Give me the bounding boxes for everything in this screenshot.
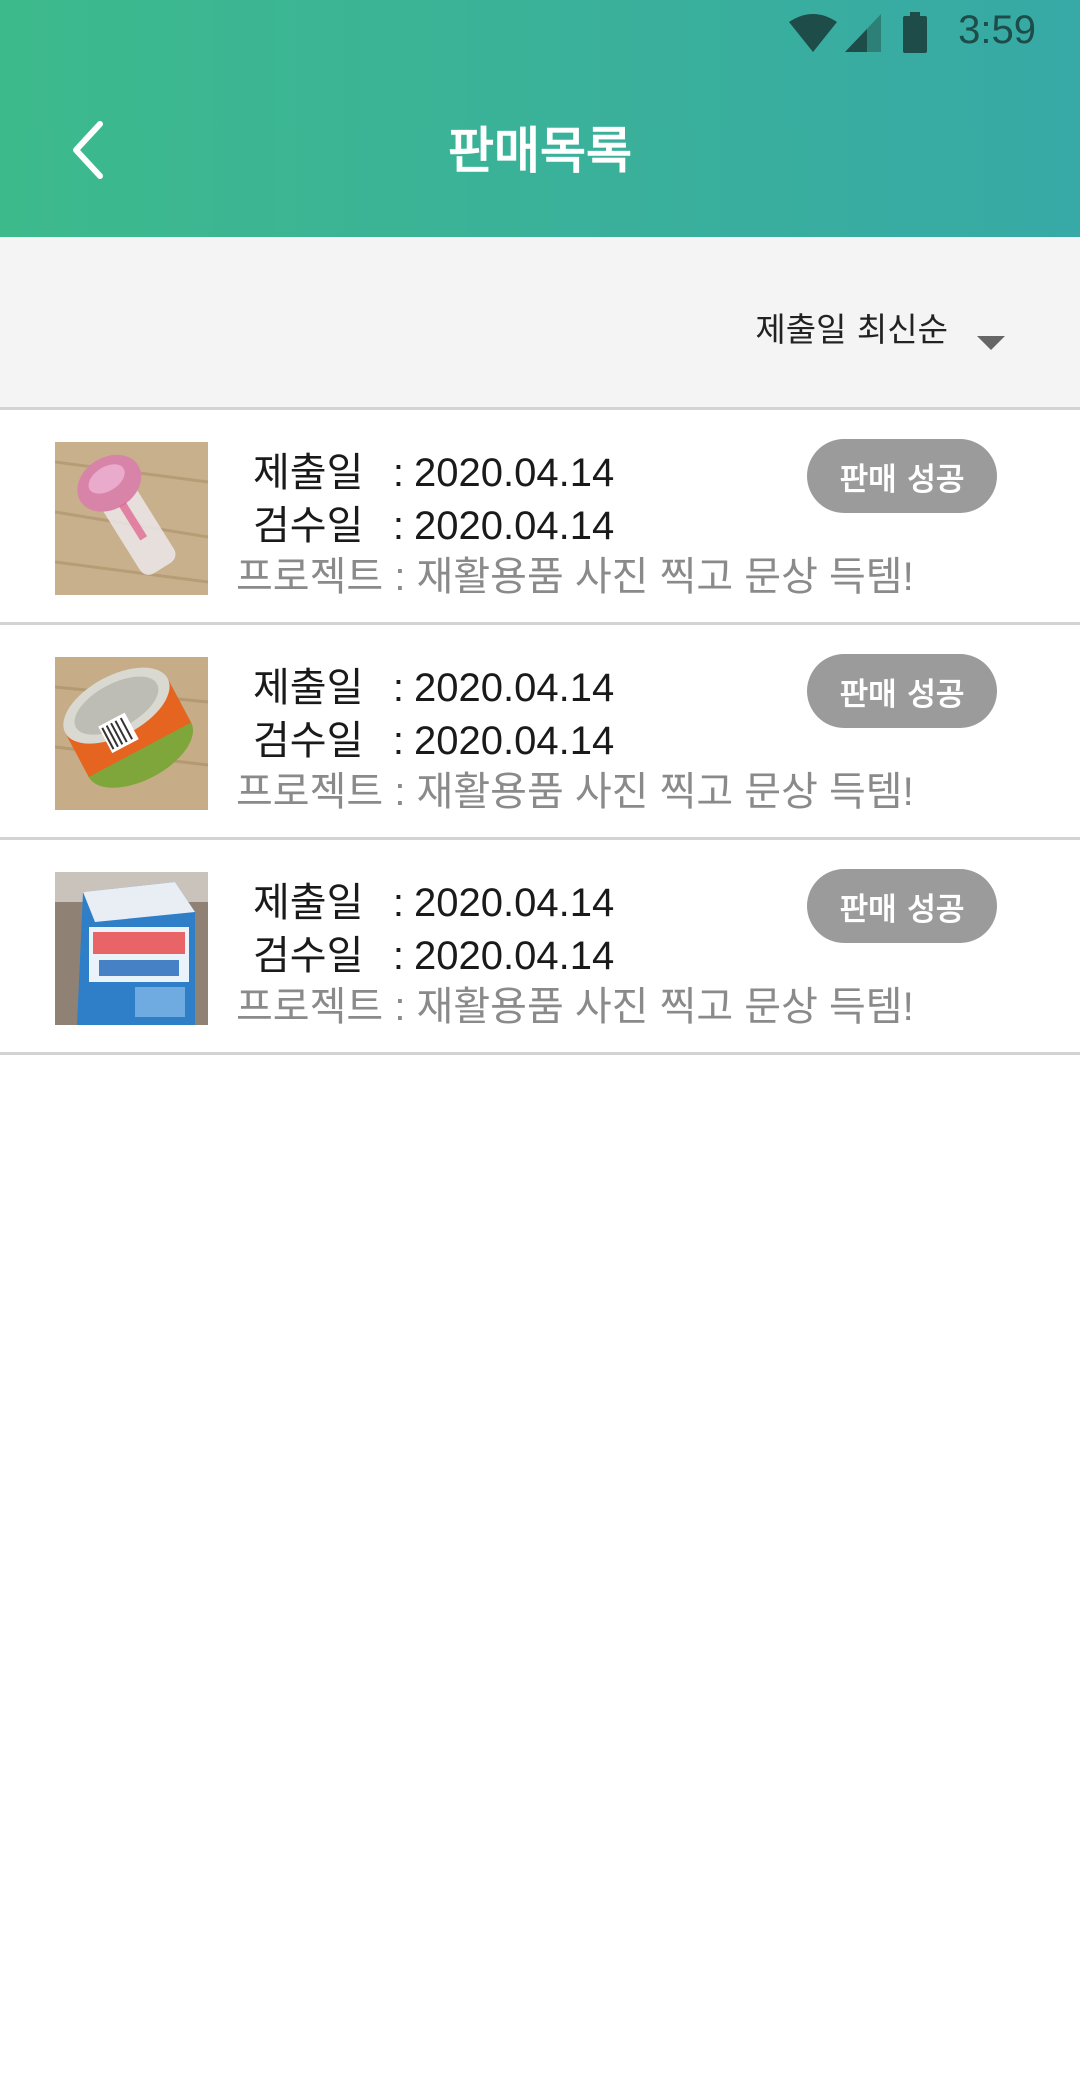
submit-date-value: 2020.04.14 [414, 451, 615, 495]
review-date-label: 검수일 [253, 504, 364, 548]
submit-date-label: 제출일 [253, 451, 364, 495]
project-name: 재활용품 사진 찍고 문상 득템! [416, 555, 914, 599]
battery-icon [902, 12, 928, 58]
wifi-icon [788, 12, 838, 58]
submit-date-row: 제출일:2020.04.14 [253, 655, 614, 713]
sort-dropdown[interactable]: 제출일 최신순 [755, 303, 948, 351]
item-thumbnail [55, 442, 208, 595]
submit-date-value: 2020.04.14 [414, 666, 615, 710]
item-thumbnail [55, 872, 208, 1025]
submit-date-row: 제출일:2020.04.14 [253, 440, 614, 498]
project-label: 프로젝트 [236, 985, 384, 1029]
review-date-label: 검수일 [253, 719, 364, 763]
page-title: 판매목록 [448, 122, 632, 180]
review-date-row: 검수일:2020.04.14 [253, 493, 614, 551]
project-row: 프로젝트 : 재활용품 사진 찍고 문상 득템! [236, 555, 914, 599]
app-header: 3:59 판매목록 [0, 0, 1080, 237]
list-item[interactable]: 제출일:2020.04.14 검수일:2020.04.14 프로젝트 : 재활용… [0, 410, 1080, 625]
status-badge: 판매 성공 [807, 439, 997, 513]
review-date-row: 검수일:2020.04.14 [253, 923, 614, 981]
signal-icon [843, 12, 883, 58]
status-badge: 판매 성공 [807, 869, 997, 943]
item-thumbnail [55, 657, 208, 810]
submit-date-row: 제출일:2020.04.14 [253, 870, 614, 928]
status-badge: 판매 성공 [807, 654, 997, 728]
project-label: 프로젝트 [236, 770, 384, 814]
dropdown-caret-icon[interactable] [977, 336, 1005, 350]
review-date-row: 검수일:2020.04.14 [253, 708, 614, 766]
status-bar: 3:59 [0, 0, 1080, 66]
sales-list: 제출일:2020.04.14 검수일:2020.04.14 프로젝트 : 재활용… [0, 410, 1080, 1055]
project-label: 프로젝트 [236, 555, 384, 599]
review-date-value: 2020.04.14 [414, 934, 615, 978]
list-item[interactable]: 제출일:2020.04.14 검수일:2020.04.14 프로젝트 : 재활용… [0, 840, 1080, 1055]
submit-date-label: 제출일 [253, 881, 364, 925]
submit-date-label: 제출일 [253, 666, 364, 710]
review-date-value: 2020.04.14 [414, 719, 615, 763]
project-row: 프로젝트 : 재활용품 사진 찍고 문상 득템! [236, 985, 914, 1029]
project-row: 프로젝트 : 재활용품 사진 찍고 문상 득템! [236, 770, 914, 814]
review-date-value: 2020.04.14 [414, 504, 615, 548]
review-date-label: 검수일 [253, 934, 364, 978]
submit-date-value: 2020.04.14 [414, 881, 615, 925]
project-name: 재활용품 사진 찍고 문상 득템! [416, 985, 914, 1029]
list-item[interactable]: 제출일:2020.04.14 검수일:2020.04.14 프로젝트 : 재활용… [0, 625, 1080, 840]
sort-bar: 제출일 최신순 [0, 237, 1080, 410]
project-name: 재활용품 사진 찍고 문상 득템! [416, 770, 914, 814]
status-time: 3:59 [958, 8, 1036, 52]
